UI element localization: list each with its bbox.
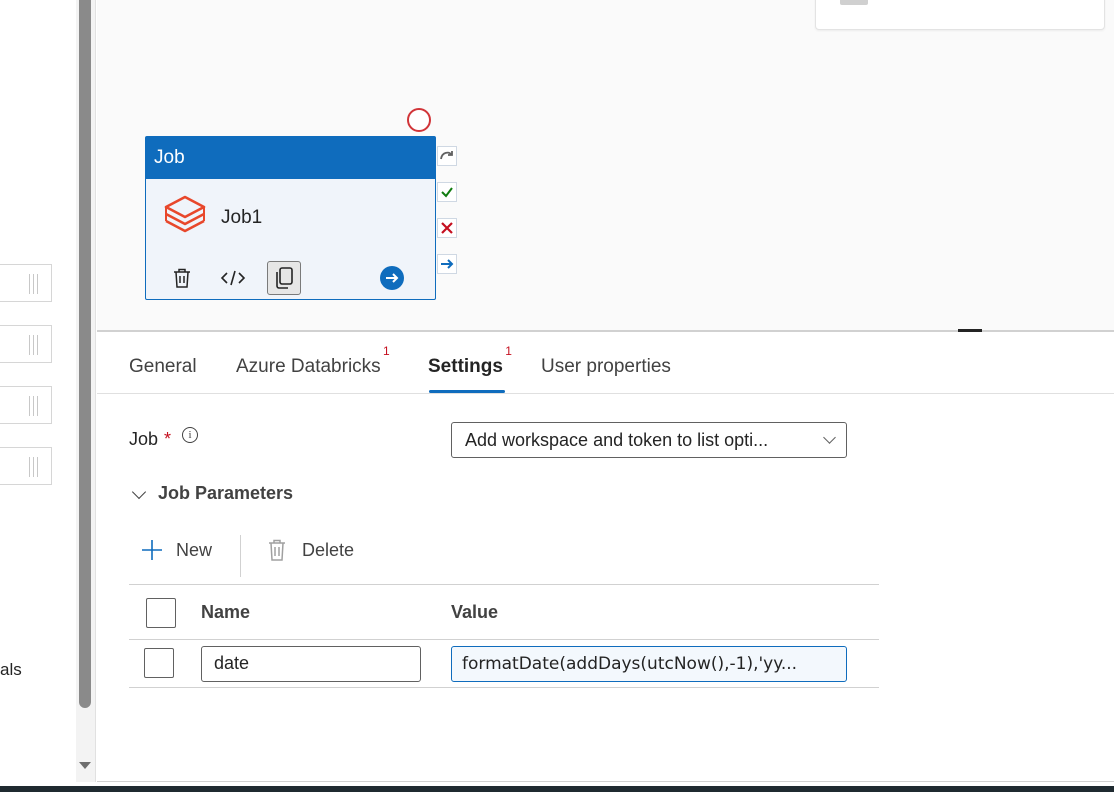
left-panel: als bbox=[0, 0, 76, 792]
left-panel-row[interactable] bbox=[0, 264, 52, 302]
new-parameter-button[interactable]: New bbox=[140, 535, 212, 565]
chevron-down-icon bbox=[131, 484, 147, 499]
drag-handle-icon[interactable] bbox=[27, 274, 41, 294]
job-activity[interactable]: Job Job1 bbox=[145, 136, 436, 300]
active-tab-indicator bbox=[429, 390, 505, 393]
canvas-toolbar-card: ··· bbox=[815, 0, 1105, 30]
column-header-name: Name bbox=[201, 602, 251, 622]
job-dropdown-value: Add workspace and token to list opti... bbox=[465, 430, 769, 450]
failure-icon[interactable] bbox=[437, 218, 457, 238]
toolbar-separator bbox=[240, 535, 241, 577]
go-to-button[interactable] bbox=[375, 261, 409, 295]
select-all-checkbox[interactable] bbox=[146, 598, 176, 628]
job-dropdown[interactable]: Add workspace and token to list opti... bbox=[451, 422, 847, 458]
delete-parameter-button[interactable]: Delete bbox=[266, 535, 354, 565]
left-panel-row[interactable] bbox=[0, 325, 52, 363]
delete-icon bbox=[269, 539, 285, 561]
tab-user-properties[interactable]: User properties bbox=[541, 356, 671, 378]
code-icon bbox=[220, 270, 246, 286]
parameters-table: Name Value date formatDate(addDays(utcNo… bbox=[129, 584, 879, 688]
table-row: date formatDate(addDays(utcNow(),-1),'yy… bbox=[129, 640, 879, 688]
new-label: New bbox=[176, 539, 213, 560]
drag-handle-icon[interactable] bbox=[27, 457, 41, 477]
tab-error-badge: 1 bbox=[382, 344, 390, 358]
drag-handle-icon[interactable] bbox=[27, 335, 41, 355]
info-icon[interactable]: i bbox=[182, 427, 198, 443]
tab-error-badge: 1 bbox=[505, 344, 512, 358]
parameter-value-input[interactable]: formatDate(addDays(utcNow(),-1),'yy... bbox=[451, 646, 847, 682]
job-field-label: Job * bbox=[129, 429, 172, 449]
row-checkbox[interactable] bbox=[144, 648, 174, 678]
scrollbar-thumb[interactable] bbox=[79, 0, 91, 708]
databricks-icon bbox=[164, 195, 206, 233]
error-indicator-icon[interactable] bbox=[407, 108, 431, 132]
column-header-value: Value bbox=[451, 602, 499, 622]
chevron-down-icon bbox=[823, 431, 836, 444]
scroll-down-arrow-icon[interactable] bbox=[79, 762, 91, 769]
completion-icon[interactable] bbox=[437, 254, 457, 274]
activity-name: Job1 bbox=[221, 207, 263, 228]
copy-icon bbox=[276, 267, 293, 289]
left-panel-row[interactable] bbox=[0, 386, 52, 424]
panel-bottom-border bbox=[97, 781, 1114, 782]
taskbar-edge bbox=[0, 786, 1114, 792]
tab-settings[interactable]: Settings 1 bbox=[428, 344, 512, 378]
go-to-icon bbox=[380, 266, 404, 290]
delete-button[interactable] bbox=[165, 261, 199, 295]
add-icon bbox=[142, 540, 162, 560]
properties-tabs: General Azure Databricks 1 Settings 1 User… bbox=[97, 332, 1114, 394]
left-scrollbar[interactable] bbox=[76, 0, 96, 782]
success-icon[interactable] bbox=[437, 182, 457, 202]
skip-icon[interactable] bbox=[437, 146, 457, 166]
delete-label: Delete bbox=[302, 539, 355, 560]
activity-type-label: Job bbox=[146, 137, 435, 179]
drag-handle-icon[interactable] bbox=[27, 396, 41, 416]
parameter-name-input[interactable]: date bbox=[201, 646, 421, 682]
code-button[interactable] bbox=[216, 261, 250, 295]
pipeline-editor: als ··· Job Job1 bbox=[0, 0, 1114, 792]
copy-button[interactable] bbox=[267, 261, 301, 295]
section-title: Job Parameters bbox=[158, 483, 294, 503]
delete-icon bbox=[174, 268, 190, 288]
tab-azure-databricks[interactable]: Azure Databricks 1 bbox=[236, 344, 390, 378]
left-panel-row[interactable] bbox=[0, 447, 52, 485]
left-panel-label: als bbox=[0, 660, 22, 679]
job-parameters-section-toggle[interactable]: Job Parameters bbox=[130, 483, 293, 504]
pipeline-canvas[interactable]: ··· Job Job1 bbox=[97, 0, 1114, 331]
tab-general[interactable]: General bbox=[129, 356, 197, 378]
required-indicator: * bbox=[164, 429, 172, 449]
table-header: Name Value bbox=[129, 584, 879, 640]
more-icon[interactable]: ··· bbox=[840, 0, 868, 5]
